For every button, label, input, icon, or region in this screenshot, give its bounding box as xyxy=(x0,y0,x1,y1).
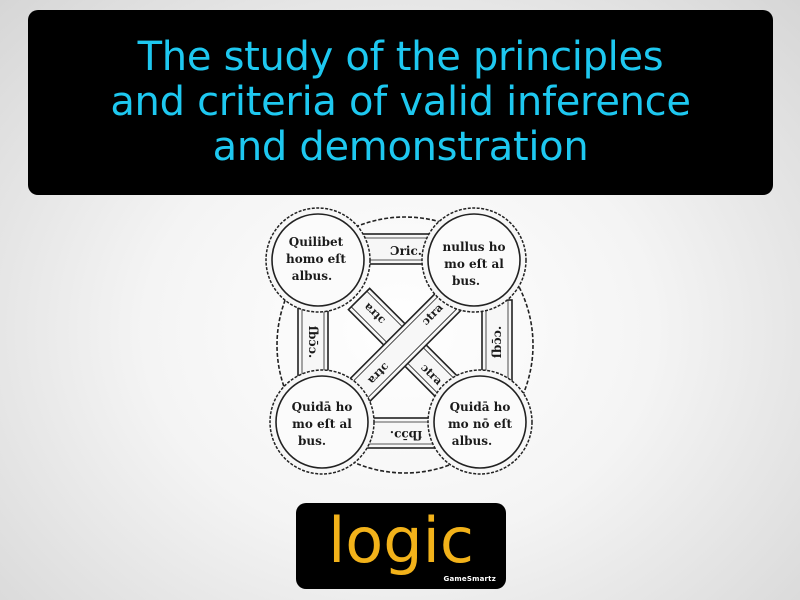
bottom-right-line-3: albus. xyxy=(452,434,492,448)
relation-right-label: ſbɔ̄ɔ. xyxy=(490,326,504,358)
definition-line-3: and demonstration xyxy=(212,124,589,170)
top-left-line-3: albus. xyxy=(292,269,332,283)
relation-left-label: ſbɔ̄ɔ. xyxy=(306,326,320,358)
bottom-right-line-2: mo nō eſt xyxy=(448,417,513,431)
top-left-line-2: homo eſt xyxy=(286,252,346,266)
brand-logo: GameSmartz xyxy=(443,575,496,583)
top-left-line-1: Quilibet xyxy=(289,235,344,249)
top-right-line-2: mo eſt al xyxy=(444,257,504,271)
top-right-line-3: bus. xyxy=(452,274,480,288)
definition-line-2: and criteria of valid inference xyxy=(110,79,691,125)
circle-top-right: nullus ho mo eſt al bus. xyxy=(421,207,527,313)
term-panel: logic GameSmartz xyxy=(296,503,506,589)
term-word: logic xyxy=(328,504,474,577)
relation-top-label: Ɔric. xyxy=(390,244,422,258)
definition-line-1: The study of the principles xyxy=(137,34,664,80)
circle-top-left: Quilibet homo eſt albus. xyxy=(265,207,371,313)
top-right-line-1: nullus ho xyxy=(443,240,506,254)
square-of-opposition-illustration: Ɔric. ſbɔ̄ɔ. ſbɔ̄ɔ. ſbɔ̄ɔ. ɔtra ɔtra ɔtr… xyxy=(262,200,548,490)
bottom-left-line-3: bus. xyxy=(298,434,326,448)
definition-panel: The study of the principles and criteria… xyxy=(28,10,773,195)
bottom-left-line-1: Quidā ho xyxy=(292,400,353,414)
relation-bottom-label: ſbɔ̄ɔ. xyxy=(390,428,422,442)
bottom-left-line-2: mo eſt al xyxy=(292,417,352,431)
circle-bottom-right: Quidā ho mo nō eſt albus. xyxy=(427,369,533,475)
circle-bottom-left: Quidā ho mo eſt al bus. xyxy=(269,369,375,475)
bottom-right-line-1: Quidā ho xyxy=(450,400,511,414)
